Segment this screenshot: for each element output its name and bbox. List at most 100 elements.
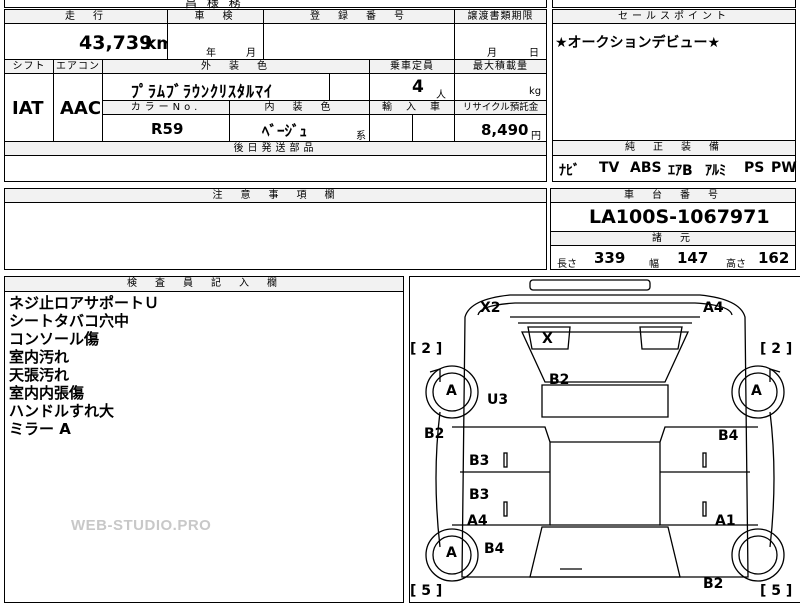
inspector-note-3: コンソール傷 bbox=[9, 330, 100, 348]
max-load-header: 最大積載量 bbox=[454, 59, 547, 74]
mileage-value: 43,739 bbox=[79, 32, 153, 54]
genuine-equipment-cell: ﾅﾋﾞ TV ABS ｴｱB ｱﾙﾐ PS PW bbox=[552, 155, 797, 182]
aircon-cell: AAC bbox=[53, 73, 103, 142]
car-diagram bbox=[425, 279, 785, 582]
transfer-deadline-header: 譲渡書類期限 bbox=[454, 9, 547, 24]
inspection-year-label: 年 bbox=[206, 48, 216, 59]
transfer-day-label: 日 bbox=[529, 48, 539, 59]
interior-color-cell: ﾍﾞｰｼﾞｭ 系 bbox=[229, 114, 370, 142]
specs-header: 諸 元 bbox=[550, 231, 796, 246]
inspector-note-5: 天張汚れ bbox=[9, 366, 70, 384]
recycle-amount: 8,490 bbox=[481, 121, 529, 139]
registration-header: 登 録 番 号 bbox=[263, 9, 455, 24]
mark-a4-left: A4 bbox=[467, 513, 488, 529]
capacity-unit: 人 bbox=[436, 90, 446, 101]
mark-b2-left: B2 bbox=[424, 426, 445, 442]
inspector-note-4: 室内汚れ bbox=[9, 348, 70, 366]
spec-length-value: 339 bbox=[594, 249, 626, 267]
watermark: WEB-STUDIO.PRO bbox=[71, 517, 212, 534]
mark-u3: U3 bbox=[487, 392, 509, 408]
mark-b2-roof: B2 bbox=[549, 372, 570, 388]
max-load-unit: kg bbox=[529, 86, 542, 97]
mark-b4-right: B4 bbox=[718, 428, 739, 444]
shift-header: シフト bbox=[4, 59, 54, 74]
later-parts-cell bbox=[4, 155, 547, 182]
recycle-cell: 8,490 円 bbox=[454, 114, 547, 142]
transfer-month-label: 月 bbox=[487, 48, 497, 59]
import-header: 輸 入 車 bbox=[369, 100, 455, 115]
spec-width-value: 147 bbox=[677, 249, 709, 267]
exterior-color-cell: ﾌﾟﾗﾑﾌﾞﾗｳﾝｸﾘｽﾀﾙﾏｲ bbox=[102, 73, 330, 101]
mileage-cell: 43,739 km bbox=[4, 23, 174, 60]
inspector-notes-header: 検 査 員 記 入 欄 bbox=[4, 276, 404, 292]
equip-tv: TV bbox=[599, 160, 620, 176]
equip-airbag: ｴｱB bbox=[668, 163, 693, 179]
later-parts-header: 後日発送部品 bbox=[4, 141, 547, 156]
car-diagram-panel: X2 A4 X [ 2 ] [ 2 ] A A U3 B2 B2 B4 B3 B… bbox=[409, 276, 800, 603]
notes-cell bbox=[4, 202, 547, 270]
exterior-color-suffix-cell bbox=[329, 73, 370, 101]
inspection-cell: 年 月 bbox=[167, 23, 264, 60]
mark-b4-lower: B4 bbox=[484, 541, 505, 557]
color-no-value: R59 bbox=[151, 120, 184, 138]
inspector-note-2: シートタバコ穴中 bbox=[9, 312, 130, 330]
mark-x2: X2 bbox=[480, 300, 501, 316]
capacity-value: 4 bbox=[412, 77, 424, 97]
inspector-note-8: ミラー A bbox=[9, 420, 71, 438]
capacity-cell: 4 人 bbox=[369, 73, 455, 101]
equip-pw: PW bbox=[771, 160, 797, 176]
spec-height-value: 162 bbox=[758, 249, 790, 267]
inspection-month-label: 月 bbox=[246, 48, 256, 59]
top-strip-right bbox=[552, 0, 796, 8]
inspector-note-1: ネジ止ロアサポートＵ bbox=[9, 294, 160, 312]
mark-b3-lower: B3 bbox=[469, 487, 490, 503]
mark-bracket-right-bottom: [ 5 ] bbox=[760, 583, 793, 599]
mark-a-front-left: A bbox=[446, 383, 457, 399]
mark-a1-right: A1 bbox=[715, 513, 736, 529]
spec-height-label: 高さ bbox=[726, 259, 746, 270]
recycle-unit: 円 bbox=[531, 131, 541, 142]
sales-point-text: ★オークションデビュー★ bbox=[555, 35, 721, 51]
inspector-note-6: 室内内張傷 bbox=[9, 384, 85, 402]
mark-bracket-left-top: [ 2 ] bbox=[410, 341, 443, 357]
inspector-notes-cell: ネジ止ロアサポートＵ シートタバコ穴中 コンソール傷 室内汚れ 天張汚れ 室内内… bbox=[4, 291, 404, 603]
exterior-color-header: 外 装 色 bbox=[102, 59, 370, 74]
transfer-deadline-cell: 月 日 bbox=[454, 23, 547, 60]
mark-x-windshield: X bbox=[542, 331, 553, 347]
notes-header: 注 意 事 項 欄 bbox=[4, 188, 547, 203]
equip-abs: ABS bbox=[630, 160, 662, 176]
shift-value: IAT bbox=[12, 98, 44, 119]
mark-bracket-left-bottom: [ 5 ] bbox=[410, 583, 443, 599]
spec-length-label: 長さ bbox=[557, 259, 577, 270]
max-load-cell: kg bbox=[454, 73, 547, 101]
color-no-cell: R59 bbox=[102, 114, 230, 142]
import-cell-2 bbox=[412, 114, 455, 142]
shift-cell: IAT bbox=[4, 73, 54, 142]
mark-a-front-right: A bbox=[751, 383, 762, 399]
color-no-header: カラーNo. bbox=[102, 100, 230, 115]
mark-a-rear-left: A bbox=[446, 545, 457, 561]
mileage-header: 走 行 bbox=[4, 9, 168, 24]
genuine-equipment-header: 純 正 装 備 bbox=[552, 140, 796, 156]
aircon-value: AAC bbox=[60, 98, 102, 119]
mark-b3-upper: B3 bbox=[469, 453, 490, 469]
chassis-number-cell: LA100S-1067971 bbox=[550, 202, 796, 232]
equip-ps: PS bbox=[744, 160, 765, 176]
equip-navi: ﾅﾋﾞ bbox=[559, 163, 580, 179]
inspector-note-7: ハンドルすれ大 bbox=[9, 402, 115, 420]
mark-bracket-right-top: [ 2 ] bbox=[760, 341, 793, 357]
sales-point-header: セールスポイント bbox=[552, 9, 796, 24]
capacity-header: 乗車定員 bbox=[369, 59, 455, 74]
top-strip: 昌 様 務 bbox=[4, 0, 547, 10]
inspection-header: 車 検 bbox=[167, 9, 264, 24]
exterior-color-value: ﾌﾟﾗﾑﾌﾞﾗｳﾝｸﾘｽﾀﾙﾏｲ bbox=[131, 82, 274, 101]
mark-a4-top: A4 bbox=[703, 300, 724, 316]
mark-b2-rear: B2 bbox=[703, 576, 724, 592]
aircon-header: エアコン bbox=[53, 59, 103, 74]
specs-cell: 長さ 339 幅 147 高さ 162 bbox=[550, 245, 796, 270]
equip-alloy: ｱﾙﾐ bbox=[705, 163, 726, 179]
chassis-number-header: 車 台 番 号 bbox=[550, 188, 796, 203]
registration-cell bbox=[263, 23, 455, 60]
interior-color-suffix: 系 bbox=[356, 131, 366, 142]
chassis-number-value: LA100S-1067971 bbox=[589, 206, 770, 228]
